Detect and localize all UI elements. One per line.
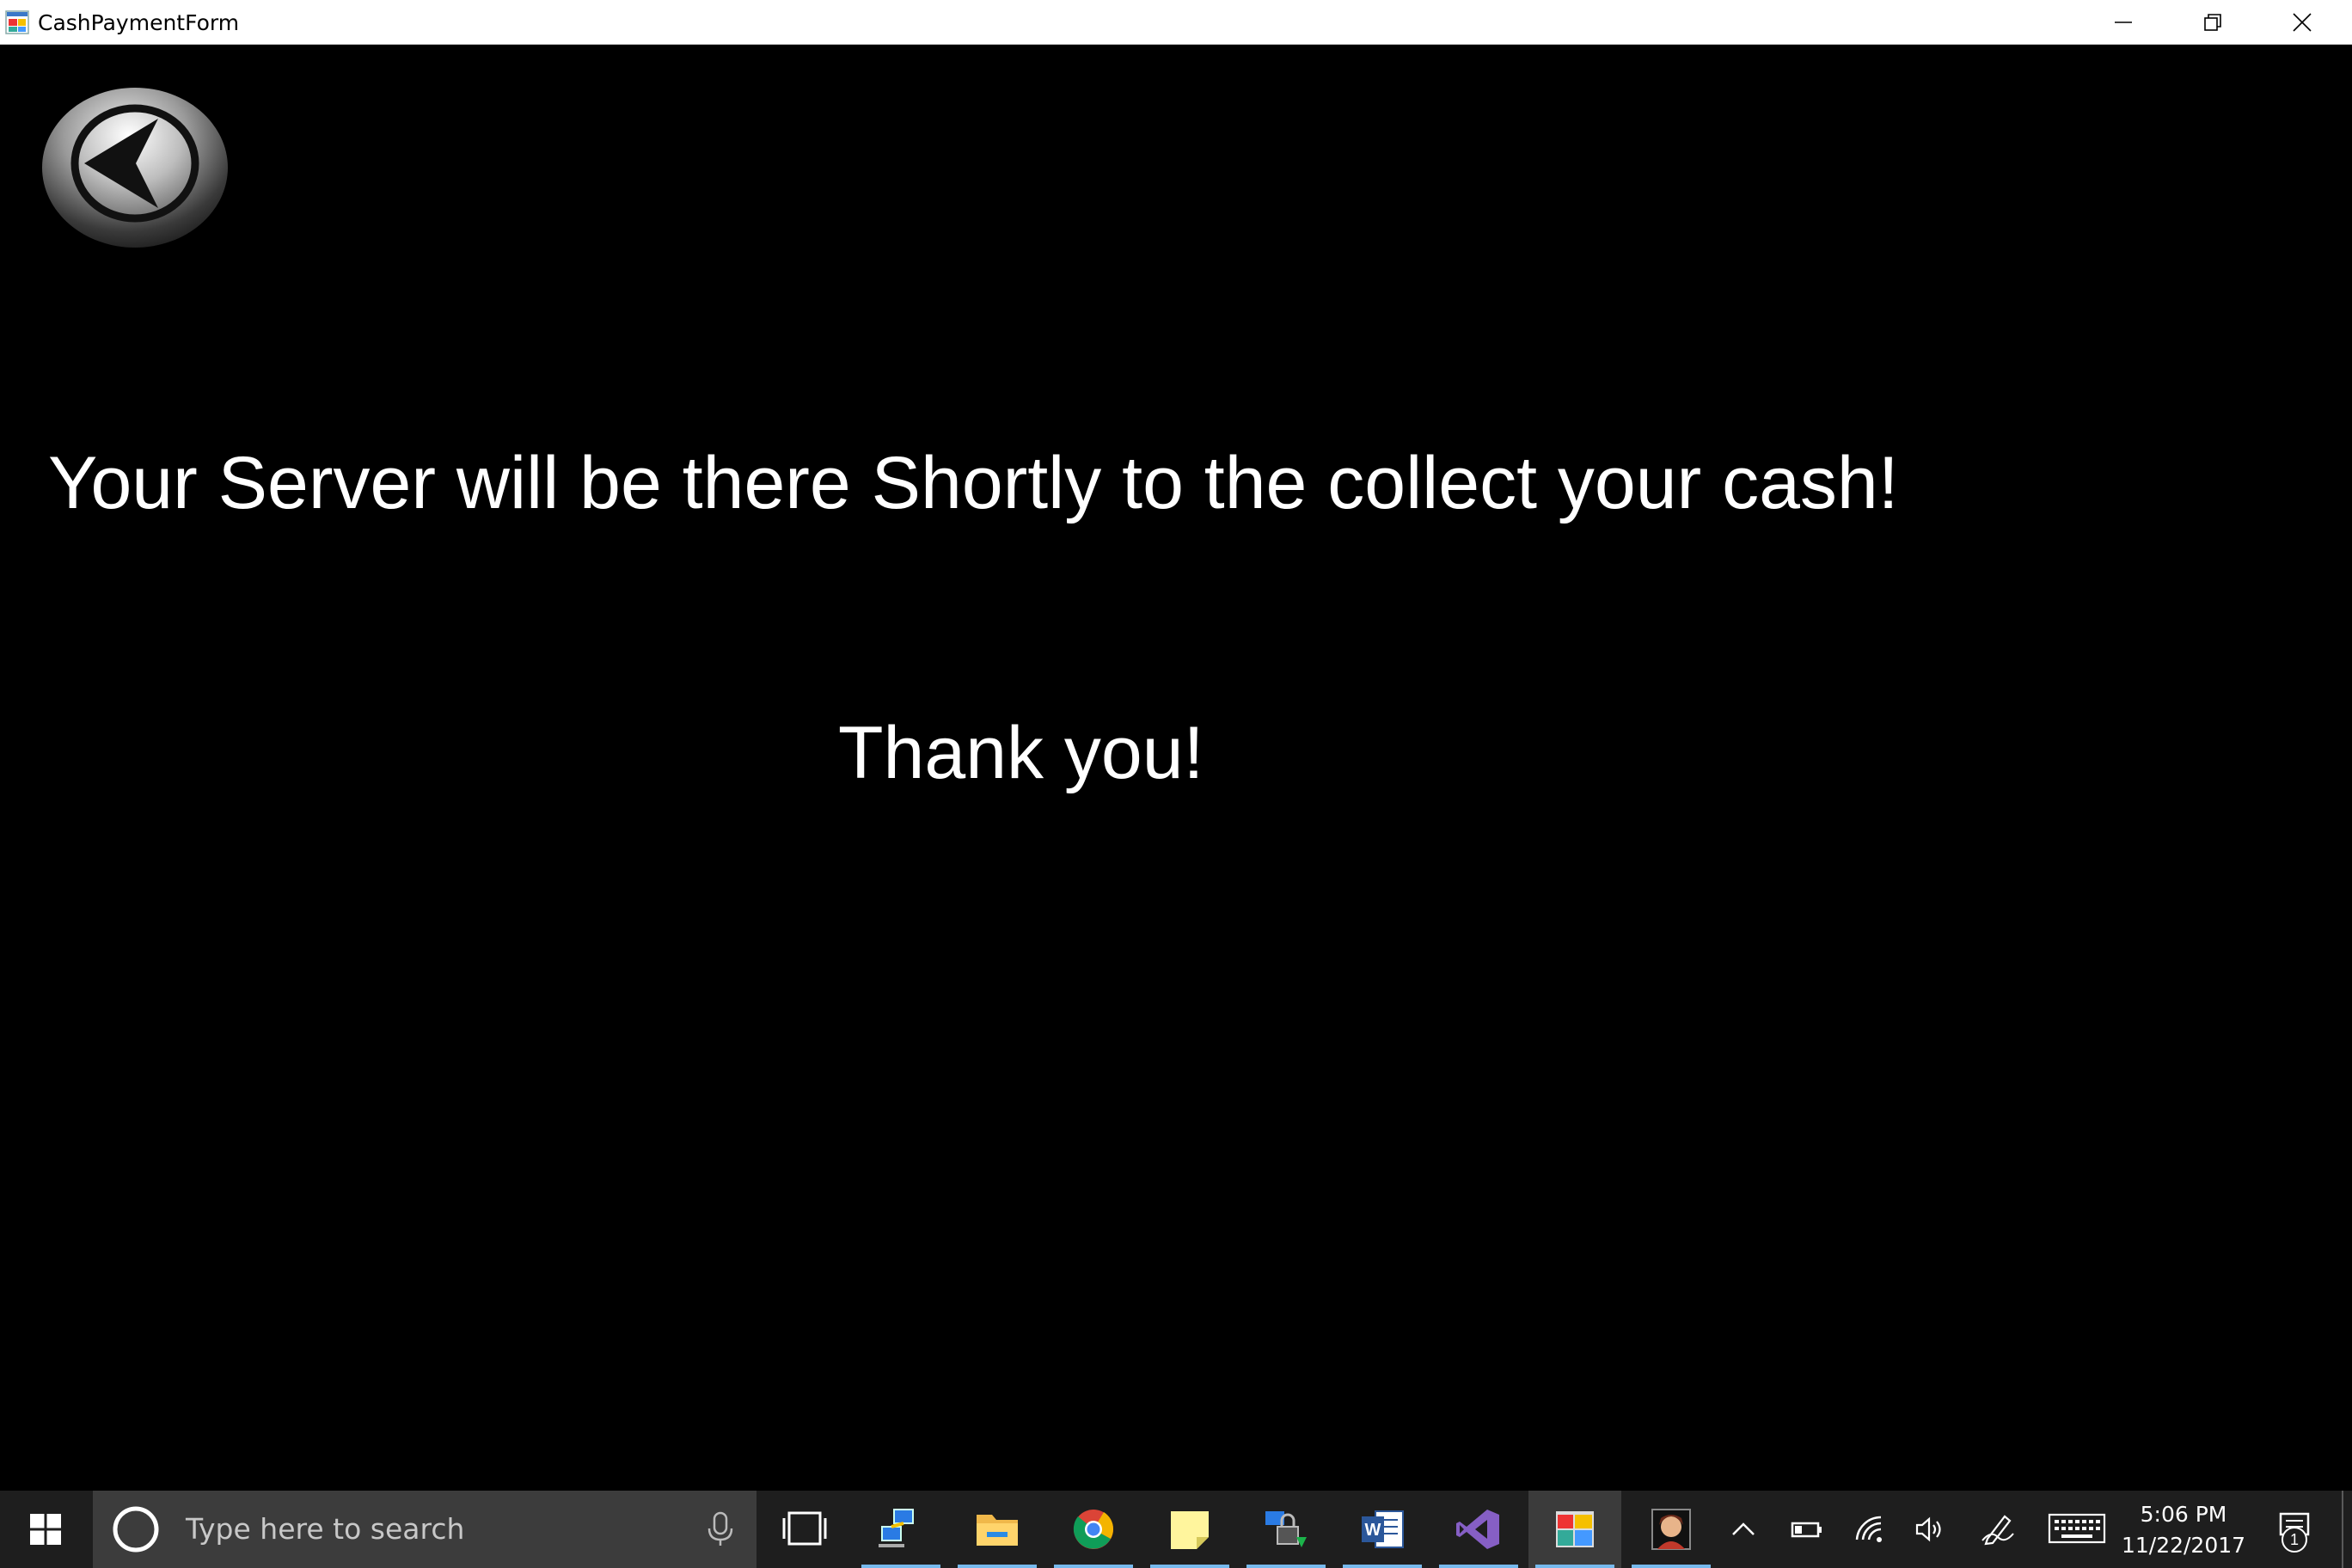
wifi-status[interactable]: [1850, 1491, 1893, 1568]
volume-control[interactable]: [1910, 1491, 1953, 1568]
window-title: CashPaymentForm: [38, 10, 240, 35]
battery-icon: [1791, 1522, 1822, 1538]
folder-icon: [977, 1515, 1018, 1546]
chevron-up-icon: [1732, 1522, 1755, 1535]
word-icon: W: [1362, 1510, 1404, 1548]
speaker-icon: [1915, 1516, 1941, 1542]
taskbar-word[interactable]: W: [1336, 1491, 1429, 1568]
show-hidden-icons-button[interactable]: [1724, 1491, 1762, 1568]
svg-text:W: W: [1365, 1521, 1381, 1540]
notification-count-badge: 1: [2282, 1527, 2307, 1553]
restore-button[interactable]: [2168, 0, 2257, 45]
taskbar: Type here to search W 5:06 PM 11/22/2017…: [0, 1491, 2352, 1568]
minimize-button[interactable]: [2079, 0, 2168, 45]
touch-keyboard-button[interactable]: [2043, 1491, 2111, 1568]
thank-you-text: Thank you!: [838, 712, 1204, 794]
task-view-button[interactable]: [758, 1491, 851, 1568]
cortana-icon: [113, 1506, 159, 1553]
windows-logo-icon: [30, 1514, 61, 1545]
clock-date[interactable]: 11/22/2017: [2115, 1528, 2252, 1563]
taskbar-visual-studio[interactable]: [1432, 1491, 1525, 1568]
back-arrow-icon: [42, 88, 228, 248]
battery-status[interactable]: [1786, 1491, 1829, 1568]
minimize-icon: [2115, 21, 2132, 23]
wifi-icon: [1855, 1516, 1882, 1542]
title-bar: CashPaymentForm: [0, 0, 2352, 45]
show-desktop-button[interactable]: [2342, 1491, 2352, 1568]
visual-studio-icon: [1456, 1510, 1499, 1549]
taskbar-cashpaymentform[interactable]: [1528, 1491, 1621, 1568]
pen-icon: [1981, 1515, 2014, 1546]
search-placeholder: Type here to search: [186, 1512, 465, 1546]
app-form-icon: [1556, 1511, 1594, 1547]
taskbar-network-app[interactable]: [854, 1491, 947, 1568]
app-form-icon: [5, 10, 29, 34]
sticky-note-icon: [1171, 1511, 1209, 1549]
keyboard-icon: [2048, 1513, 2106, 1544]
close-button[interactable]: [2257, 0, 2347, 45]
close-icon: [2293, 13, 2312, 32]
clock-time[interactable]: 5:06 PM: [2115, 1498, 2252, 1532]
windows-ink-button[interactable]: [1974, 1491, 2025, 1568]
collect-cash-message: Your Server will be there Shortly to the…: [48, 442, 1899, 524]
task-view-icon: [782, 1511, 827, 1546]
taskbar-search-box[interactable]: Type here to search: [93, 1491, 756, 1568]
start-button[interactable]: [0, 1491, 91, 1568]
taskbar-file-explorer[interactable]: [951, 1491, 1044, 1568]
taskbar-photo-app[interactable]: [1625, 1491, 1718, 1568]
form-content: Your Server will be there Shortly to the…: [0, 45, 2352, 1491]
taskbar-security-app[interactable]: [1240, 1491, 1332, 1568]
back-button[interactable]: [40, 84, 230, 251]
taskbar-chrome[interactable]: [1047, 1491, 1140, 1568]
microphone-icon[interactable]: [703, 1511, 738, 1547]
restore-icon: [2204, 14, 2221, 31]
network-icon: [879, 1509, 914, 1547]
taskbar-sticky-notes[interactable]: [1143, 1491, 1236, 1568]
chrome-icon: [1073, 1510, 1114, 1549]
avatar-icon: [1651, 1509, 1691, 1550]
lock-icon: [1265, 1511, 1307, 1547]
